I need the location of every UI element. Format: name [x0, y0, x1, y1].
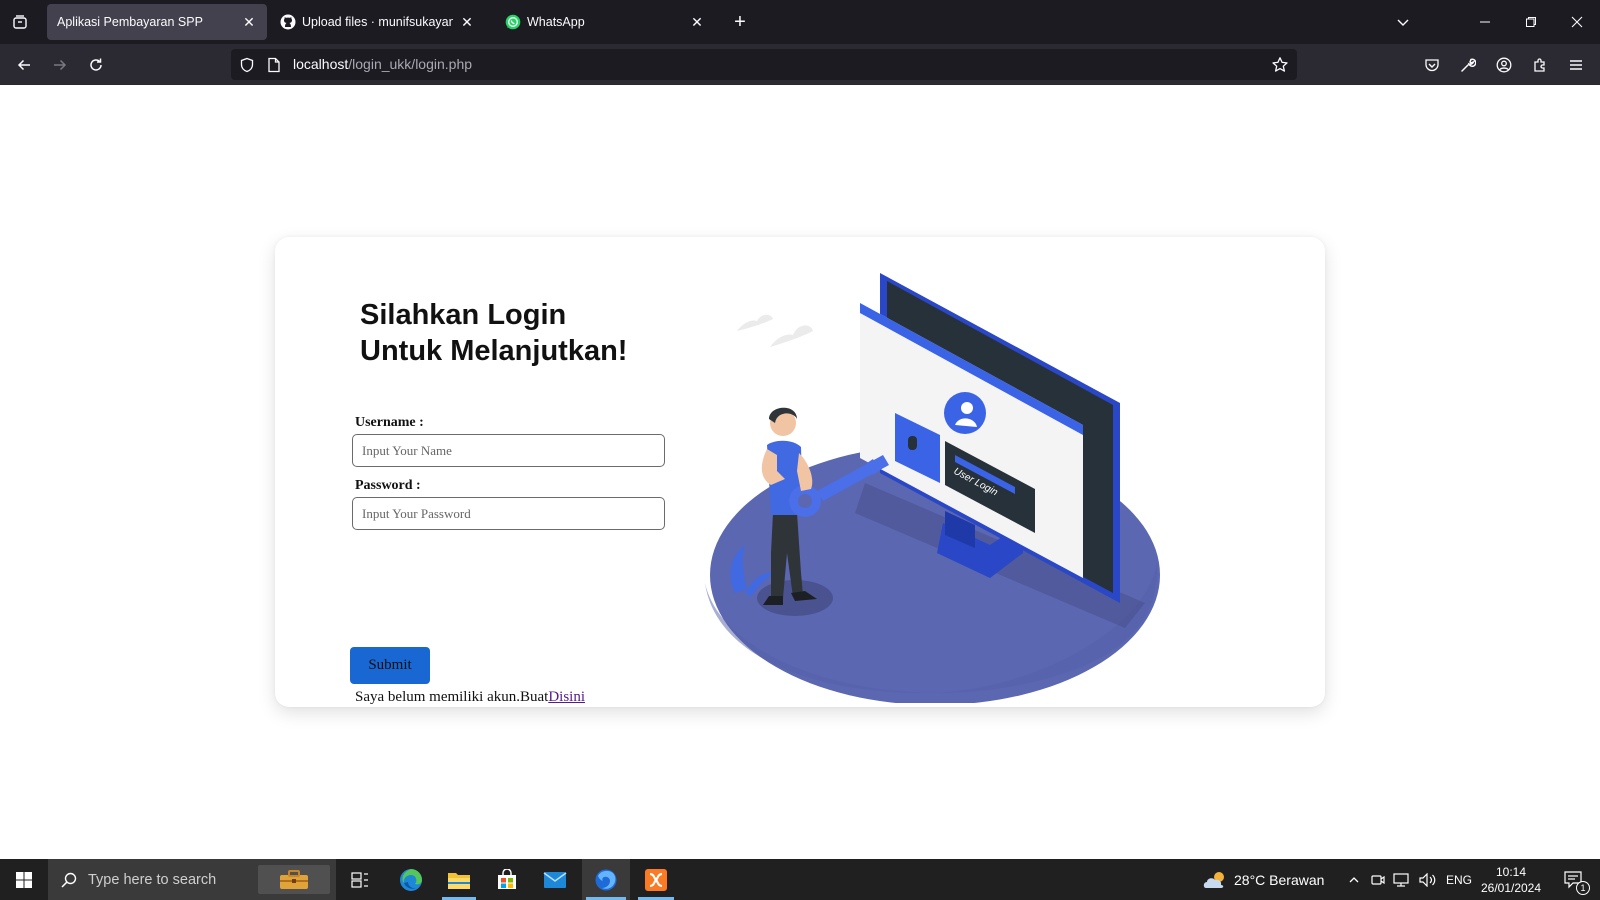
password-input[interactable] [352, 497, 665, 530]
signup-link[interactable]: Disini [548, 689, 585, 705]
tab-title: Upload files · munifsukayanto/ [302, 15, 453, 29]
login-illustration: User Login [705, 273, 1160, 703]
pocket-icon[interactable] [1417, 50, 1447, 80]
task-view-icon[interactable] [340, 859, 380, 900]
username-label: Username : [355, 415, 424, 430]
windows-start-icon[interactable] [0, 859, 48, 900]
signup-text: Saya belum memiliki akun.Buat [355, 689, 549, 705]
cloud-weather-icon [1202, 870, 1228, 890]
tab-upload-files[interactable]: Upload files · munifsukayanto/ ✕ [270, 4, 485, 40]
close-tab-icon[interactable]: ✕ [459, 14, 475, 30]
edge-icon[interactable] [390, 859, 432, 900]
wrench-icon[interactable] [1453, 50, 1483, 80]
tab-aplikasi-pembayaran[interactable]: Aplikasi Pembayaran SPP ✕ [47, 4, 267, 40]
shield-icon[interactable] [239, 57, 255, 73]
signup-prompt: Saya belum memiliki akun.BuatDisini [355, 689, 585, 706]
username-input[interactable] [352, 434, 665, 467]
back-button[interactable] [9, 50, 39, 80]
firefox-icon[interactable] [582, 859, 630, 900]
close-tab-icon[interactable]: ✕ [689, 14, 705, 30]
new-tab-button[interactable]: + [726, 4, 754, 40]
minimize-button[interactable] [1462, 0, 1508, 44]
close-window-button[interactable] [1554, 0, 1600, 44]
clock[interactable]: 10:14 26/01/2024 [1478, 859, 1544, 900]
hamburger-menu-icon[interactable] [1561, 50, 1591, 80]
search-icon [60, 871, 78, 889]
browser-tab-bar: Aplikasi Pembayaran SPP ✕ Upload files ·… [0, 0, 1600, 44]
login-card: Silahkan Login Untuk Melanjutkan! Userna… [275, 237, 1325, 707]
forward-button[interactable] [45, 50, 75, 80]
page-icon[interactable] [267, 57, 281, 73]
page-viewport: Silahkan Login Untuk Melanjutkan! Userna… [0, 85, 1600, 859]
tab-overflow-chevron-icon[interactable] [1380, 0, 1426, 44]
meet-now-icon[interactable] [1368, 859, 1388, 900]
xampp-icon[interactable] [634, 859, 678, 900]
whatsapp-icon [505, 14, 521, 30]
notification-count-badge: 1 [1576, 881, 1590, 895]
bookmark-star-icon[interactable] [1271, 56, 1289, 74]
weather-text: 28°C Berawan [1234, 871, 1325, 888]
search-placeholder: Type here to search [88, 871, 217, 888]
mail-icon[interactable] [534, 859, 576, 900]
clock-date: 26/01/2024 [1480, 880, 1542, 895]
language-indicator[interactable]: ENG [1444, 859, 1474, 900]
password-label: Password : [355, 478, 421, 493]
browser-nav-bar: localhost/login_ukk/login.php [0, 44, 1600, 85]
close-tab-icon[interactable]: ✕ [241, 14, 257, 30]
clock-time: 10:14 [1495, 864, 1527, 879]
network-icon[interactable] [1390, 859, 1414, 900]
notification-center-icon[interactable]: 1 [1554, 859, 1594, 900]
restore-button[interactable] [1508, 0, 1554, 44]
reload-button[interactable] [81, 50, 111, 80]
account-icon[interactable] [1489, 50, 1519, 80]
list-all-tabs-icon[interactable] [0, 0, 40, 44]
extensions-icon[interactable] [1525, 50, 1555, 80]
language-text: ENG [1445, 872, 1472, 887]
taskbar-search-box[interactable]: Type here to search [48, 859, 336, 900]
tab-whatsapp[interactable]: WhatsApp ✕ [495, 4, 715, 40]
url-path: /login_ukk/login.php [348, 55, 473, 72]
cloud-icon [737, 314, 813, 347]
show-hidden-icons-chevron-icon[interactable] [1344, 859, 1364, 900]
briefcase-icon [258, 865, 330, 894]
url-text[interactable]: localhost/login_ukk/login.php [293, 56, 472, 74]
volume-icon[interactable] [1416, 859, 1440, 900]
url-host: localhost [293, 55, 349, 72]
login-heading: Silahkan Login Untuk Melanjutkan! [360, 299, 628, 367]
microsoft-store-icon[interactable] [486, 859, 528, 900]
file-explorer-icon[interactable] [438, 859, 480, 900]
tab-title: Aplikasi Pembayaran SPP [57, 15, 203, 29]
windows-taskbar: Type here to search 28°C Berawan ENG 10:… [0, 859, 1600, 900]
address-bar[interactable]: localhost/login_ukk/login.php [231, 49, 1297, 80]
github-icon [280, 14, 296, 30]
submit-button[interactable]: Submit [350, 647, 430, 684]
weather-widget[interactable]: 28°C Berawan [1202, 859, 1332, 900]
tab-title: WhatsApp [527, 15, 585, 29]
